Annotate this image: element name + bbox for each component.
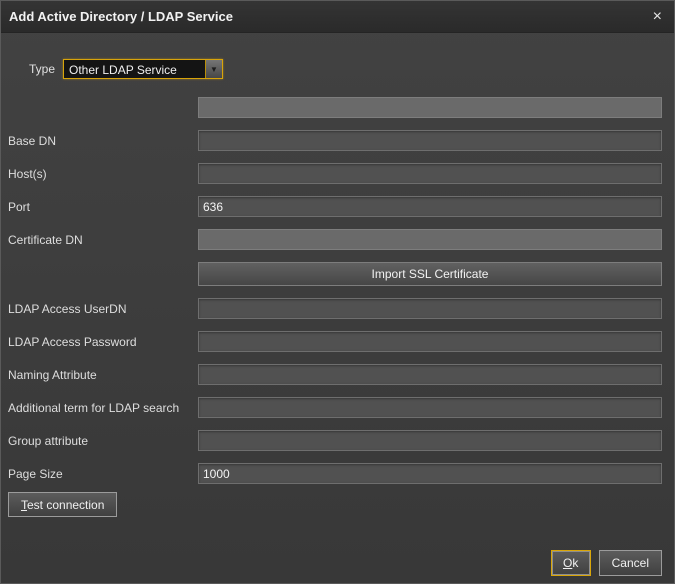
base-dn-input[interactable] [198,130,662,151]
naming-attribute-label: Naming Attribute [8,368,198,382]
port-row: Port [8,196,662,217]
ok-button[interactable]: Ok [551,550,591,576]
ldap-search-term-row: Additional term for LDAP search [8,397,662,418]
page-size-input[interactable] [198,463,662,484]
hosts-label: Host(s) [8,167,198,181]
type-dropdown[interactable]: Other LDAP Service ▼ [63,59,223,79]
close-icon[interactable]: × [653,9,662,25]
import-ssl-certificate-button[interactable]: Import SSL Certificate [198,262,662,286]
group-attribute-label: Group attribute [8,434,198,448]
ok-accel: O [563,556,572,570]
port-label: Port [8,200,198,214]
ldap-access-password-row: LDAP Access Password [8,331,662,352]
hosts-input[interactable] [198,163,662,184]
ldap-form: Base DN Host(s) Port Certificate DN Impo… [8,97,662,484]
dialog-footer: Ok Cancel [551,550,662,576]
page-size-label: Page Size [8,467,198,481]
type-dropdown-value: Other LDAP Service [64,60,205,78]
ldap-access-password-input[interactable] [198,331,662,352]
ldap-search-term-input[interactable] [198,397,662,418]
group-attribute-row: Group attribute [8,430,662,451]
ldap-access-password-label: LDAP Access Password [8,335,198,349]
add-ldap-service-dialog: Add Active Directory / LDAP Service × Ty… [0,0,675,584]
ldap-access-userdn-row: LDAP Access UserDN [8,298,662,319]
certificate-dn-row: Certificate DN [8,229,662,250]
dialog-content: Type Other LDAP Service ▼ Base DN Host(s… [1,59,674,484]
test-connection-label: est connection [27,498,104,512]
base-dn-row: Base DN [8,130,662,151]
naming-attribute-input[interactable] [198,364,662,385]
dialog-title: Add Active Directory / LDAP Service [9,9,233,24]
ldap-access-userdn-label: LDAP Access UserDN [8,302,198,316]
certificate-dn-input [198,229,662,250]
hosts-row: Host(s) [8,163,662,184]
port-input[interactable] [198,196,662,217]
page-size-row: Page Size [8,463,662,484]
ldap-search-term-label: Additional term for LDAP search [8,401,198,415]
ok-label: k [572,556,578,570]
type-row: Type Other LDAP Service ▼ [29,59,662,79]
ldap-access-userdn-input[interactable] [198,298,662,319]
test-connection-button[interactable]: Test connection [8,492,117,517]
dialog-titlebar: Add Active Directory / LDAP Service × [1,1,674,33]
chevron-down-icon[interactable]: ▼ [205,60,222,78]
base-dn-label: Base DN [8,134,198,148]
naming-attribute-row: Naming Attribute [8,364,662,385]
certificate-dn-label: Certificate DN [8,233,198,247]
import-certificate-row: Import SSL Certificate [8,262,662,286]
cancel-button[interactable]: Cancel [599,550,662,576]
unnamed-field-row [8,97,662,118]
group-attribute-input[interactable] [198,430,662,451]
type-label: Type [29,62,55,76]
unnamed-disabled-input [198,97,662,118]
